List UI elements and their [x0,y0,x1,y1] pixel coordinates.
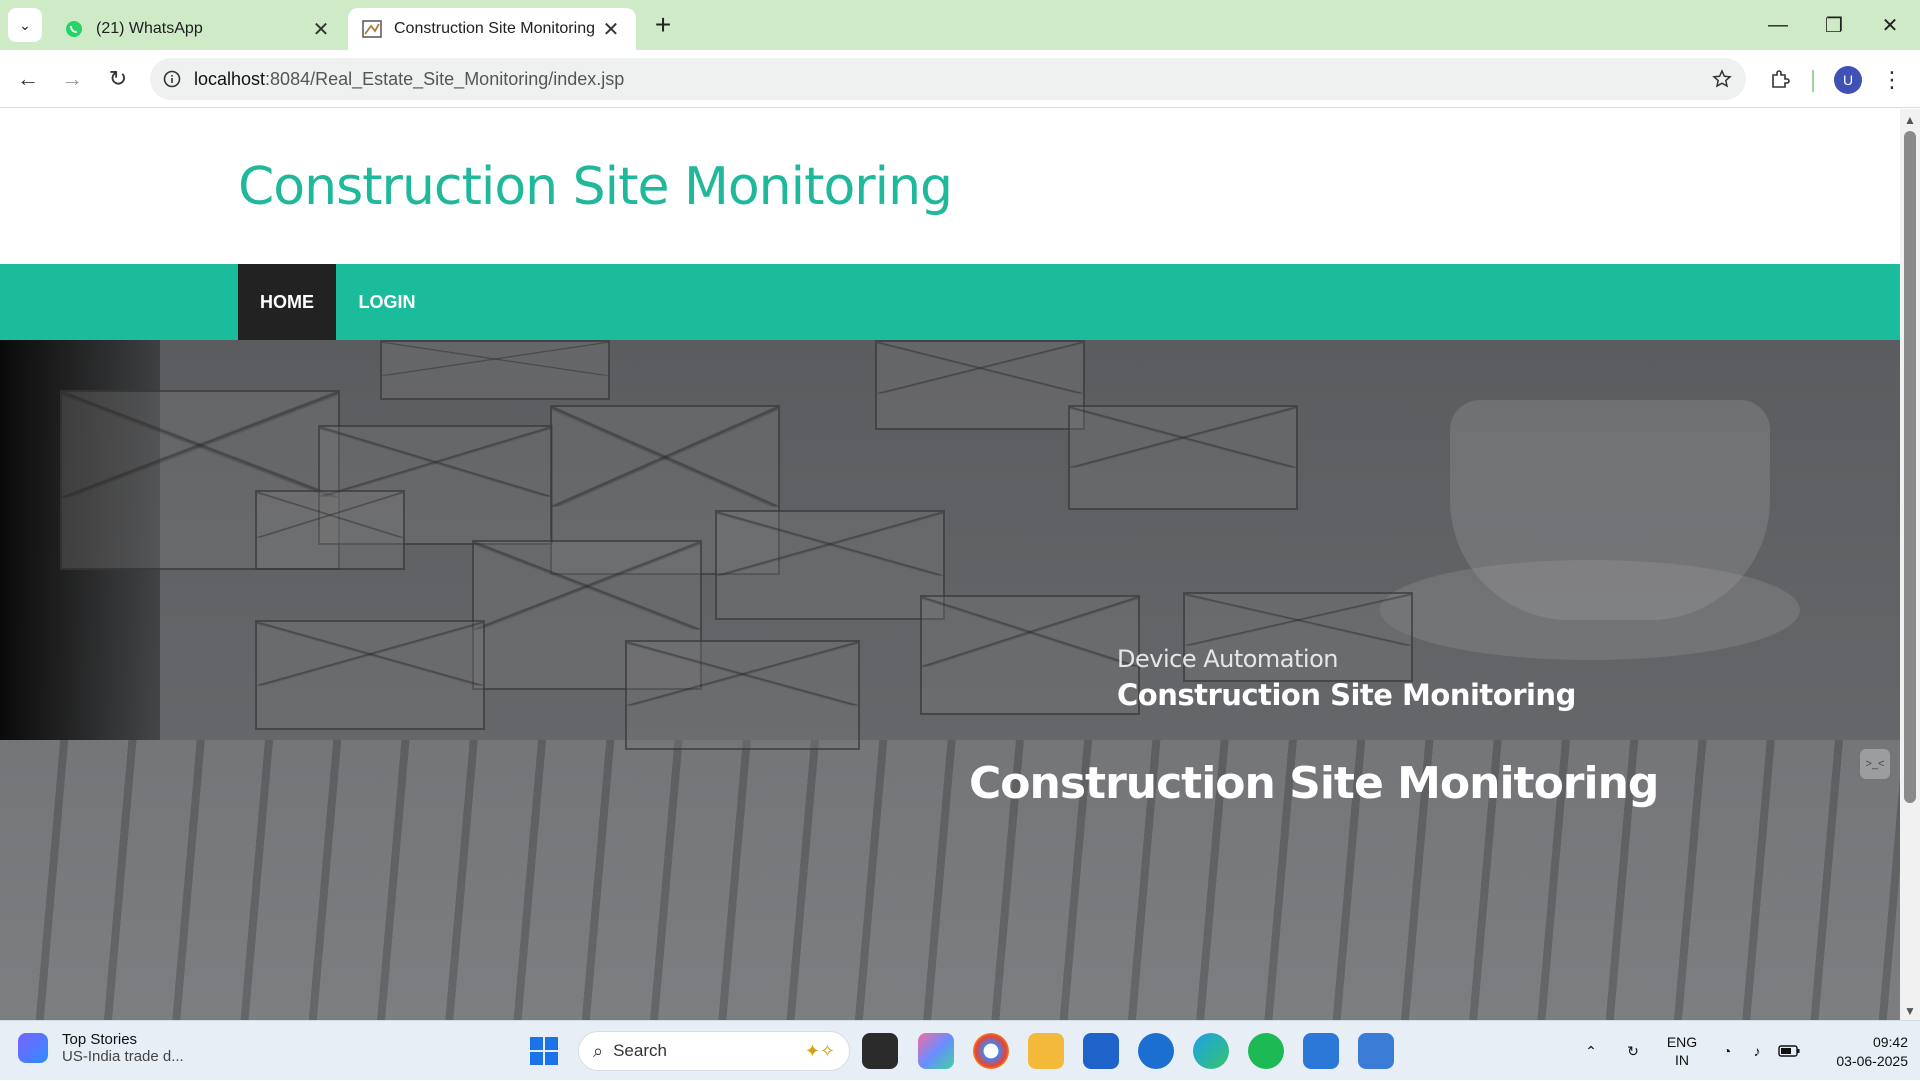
arrow-right-icon: → [61,66,83,91]
restore-icon: ❐ [1825,14,1843,37]
search-placeholder: Search [613,1041,667,1060]
task-view-icon[interactable] [862,1033,898,1069]
envelope-image [380,340,610,400]
virtualbox-icon[interactable] [1358,1033,1394,1069]
spotify-icon[interactable] [1248,1033,1284,1069]
copilot-icon[interactable] [918,1033,954,1069]
news-icon [18,1033,48,1063]
scroll-down-icon[interactable]: ▼ [1904,1004,1916,1018]
forward-button[interactable]: → [52,59,92,99]
sync-icon[interactable]: ↻ [1618,1021,1648,1081]
system-clock[interactable]: 09:42 03-06-2025 [1816,1033,1908,1071]
chrome-icon[interactable] [973,1033,1009,1069]
more-vertical-icon: ⋮ [1881,67,1903,92]
close-tab-icon[interactable]: ✕ [600,18,622,41]
close-tab-icon[interactable]: ✕ [310,18,332,41]
puzzle-icon [1769,68,1791,95]
windows-logo-icon [530,1037,558,1065]
hero-title: Construction Site Monitoring [969,758,1659,809]
whatsapp-icon [64,19,84,39]
tab-construction-site[interactable]: Construction Site Monitoring ✕ [348,8,636,50]
browser-menu-button[interactable]: ⋮ [1876,64,1908,96]
browser-toolbar: ← → ↻ localhost:8084/Real_Estate_Site_Mo… [0,50,1920,108]
show-hidden-icons[interactable]: ⌃ [1576,1021,1606,1081]
site-header: Construction Site Monitoring [0,109,1900,264]
edge-icon[interactable] [1193,1033,1229,1069]
hero-subheading: Construction Site Monitoring [1117,678,1576,712]
notepad-icon[interactable] [1303,1033,1339,1069]
site-title[interactable]: Construction Site Monitoring [238,157,953,217]
envelope-image [875,340,1085,430]
close-window-button[interactable]: ✕ [1862,0,1918,50]
reload-icon: ↻ [108,66,128,91]
restore-button[interactable]: ❐ [1806,0,1862,50]
main-navbar: HOME LOGIN [0,264,1900,340]
news-headline: US-India trade d... [62,1048,184,1065]
tab-whatsapp[interactable]: (21) WhatsApp ✕ [50,8,346,50]
file-explorer-icon[interactable] [1028,1033,1064,1069]
scrollbar-thumb[interactable] [1904,131,1916,803]
wifi-icon[interactable]: ◔ [1714,1021,1740,1081]
taskbar-search[interactable]: ⌕ Search ✦✧ [578,1031,850,1071]
close-icon: ✕ [1881,14,1899,37]
new-tab-button[interactable]: + [648,9,678,40]
tab-title: (21) WhatsApp [96,20,203,37]
tab-search-button[interactable]: ⌄ [8,8,42,42]
plus-icon: + [654,9,672,40]
extensions-button[interactable] [1762,63,1798,99]
envelope-image [255,490,405,570]
tab-strip: ⌄ (21) WhatsApp ✕ Construction Site Moni… [0,0,1920,50]
quick-assist-icon[interactable] [1138,1033,1174,1069]
site-info-icon[interactable] [150,70,194,88]
back-button[interactable]: ← [8,59,48,99]
page-scrollbar[interactable]: ▲ ▼ [1900,109,1920,1020]
chevron-down-icon: ⌄ [19,16,31,33]
minimize-button[interactable]: — [1750,0,1806,50]
sparkle-icon: ✦✧ [804,1040,835,1061]
tab-title: Construction Site Monitoring [394,20,595,37]
profile-avatar[interactable]: U [1834,66,1862,94]
news-title: Top Stories [62,1031,138,1048]
nav-home[interactable]: HOME [238,264,336,340]
envelope-image [625,640,860,750]
reload-button[interactable]: ↻ [98,59,138,99]
page-viewport: Construction Site Monitoring HOME LOGIN … [0,109,1900,1020]
windows-taskbar: Top Stories US-India trade d... ⌕ Search… [0,1020,1920,1080]
address-bar[interactable]: localhost:8084/Real_Estate_Site_Monitori… [150,58,1746,100]
envelope-image [920,595,1140,715]
side-widget-button[interactable]: >_< [1860,749,1890,779]
chevron-up-icon: ⌃ [1585,1042,1597,1059]
envelope-image [1068,405,1298,510]
toolbar-separator [1812,70,1814,92]
language-indicator[interactable]: ENG IN [1660,1021,1704,1081]
volume-icon[interactable]: ♪ [1744,1021,1770,1081]
arrow-left-icon: ← [17,66,39,91]
envelope-image [255,620,485,730]
news-widget[interactable]: Top Stories US-India trade d... [18,1031,184,1065]
nav-login[interactable]: LOGIN [340,264,434,340]
minimize-icon: — [1768,13,1788,36]
start-button[interactable] [526,1033,562,1069]
scroll-up-icon[interactable]: ▲ [1904,113,1916,127]
battery-icon[interactable] [1774,1021,1804,1081]
envelope-image [715,510,945,620]
hero-subtitle: Device Automation [1117,645,1339,673]
search-icon: ⌕ [593,1040,604,1061]
bookmark-star-icon[interactable] [1698,69,1746,89]
url-text: localhost:8084/Real_Estate_Site_Monitori… [194,68,625,89]
hero-banner: Device Automation Construction Site Moni… [0,340,1900,1020]
microsoft-store-icon[interactable] [1083,1033,1119,1069]
saucer-image [1380,560,1800,660]
site-favicon [362,19,382,39]
